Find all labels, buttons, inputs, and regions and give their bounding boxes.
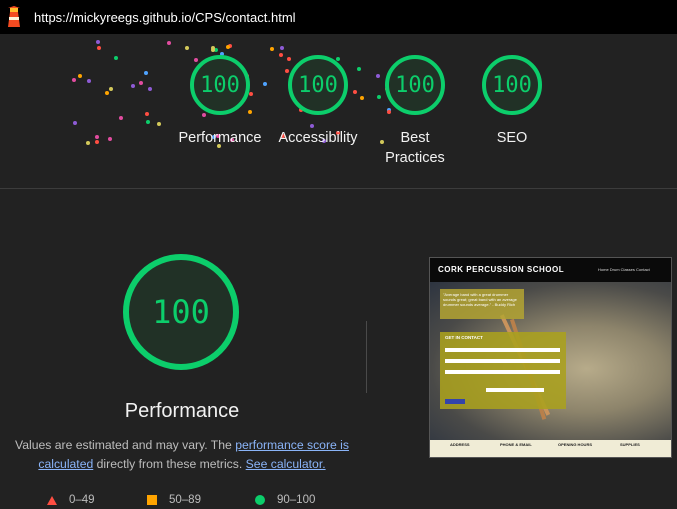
confetti-dot [226,45,231,50]
form-title: GET IN CONTACT [445,335,483,340]
confetti-dot [86,78,91,83]
legend-range: 90–100 [277,494,316,506]
gauge-score: 100 [200,72,240,98]
footer-item: PHONE & EMAIL [500,442,532,447]
see-calculator-link[interactable]: See calculator. [246,457,326,471]
vertical-divider [366,321,367,393]
footer-item: OPENING HOURS [558,442,593,447]
form-submit [445,399,465,404]
confetti-dot [108,86,113,91]
confetti-dot [375,73,380,78]
confetti-dot [108,136,113,141]
metrics-note: Values are estimated and may vary. The p… [0,436,364,474]
gauge-best-practices[interactable]: 100 [383,53,447,117]
confetti-dot [138,81,143,86]
confetti-dot [356,67,361,72]
confetti-dot [359,96,364,101]
screenshot-quote: "Average band with a great drummer sound… [440,289,524,319]
confetti-dot [145,119,150,124]
screenshot-footer: ADDRESS PHONE & EMAIL OPENING HOURS SUPP… [430,440,671,457]
confetti-dot [185,46,189,51]
screenshot-nav: Home Drum Classes Contact [598,267,650,272]
legend-pass: 90–100 [255,494,315,506]
confetti-dot [148,86,153,91]
triangle-icon [47,495,57,505]
confetti-dot [280,46,285,51]
confetti-dot [96,40,101,45]
square-icon [147,495,157,505]
note-text: Values are estimated and may vary. The [15,438,236,452]
confetti-dot [95,134,100,139]
gauge-accessibility[interactable]: 100 [286,53,350,117]
form-field [445,359,560,363]
footer-item: SUPPLIES [620,442,640,447]
performance-score: 100 [152,293,210,331]
confetti-dot [145,111,150,116]
confetti-dot [95,139,100,144]
confetti-dot [377,94,382,99]
confetti-dot [96,45,101,50]
confetti-dot [262,82,267,87]
gauge-label-performance: Performance [178,130,262,146]
legend-range: 0–49 [69,494,95,506]
address-bar: https://mickyreegs.github.io/CPS/contact… [0,0,677,34]
performance-gauge-large: 100 [121,252,241,372]
gauge-performance[interactable]: 100 [188,53,252,117]
confetti-dot [167,41,172,46]
confetti-dot [86,141,91,146]
performance-title: Performance [124,400,240,422]
confetti-dot [113,56,118,61]
confetti-dot [278,52,283,57]
page-screenshot[interactable]: CORK PERCUSSION SCHOOL Home Drum Classes… [429,257,672,458]
legend-average: 50–89 [147,494,201,506]
gauge-label-best-practices: Best Practices [385,130,445,166]
page-url[interactable]: https://mickyreegs.github.io/CPS/contact… [34,10,296,25]
confetti-dot [130,84,135,89]
screenshot-header: CORK PERCUSSION SCHOOL Home Drum Classes… [430,258,671,282]
form-field [445,348,560,352]
note-text: directly from these metrics. [93,457,246,471]
footer-item: ADDRESS [450,442,470,447]
confetti-dot [352,89,357,94]
screenshot-brand: CORK PERCUSSION SCHOOL [438,265,565,274]
gauge-label-seo: SEO [496,130,528,146]
lighthouse-icon [8,6,20,27]
gauge-score: 100 [298,72,338,98]
legend-range: 50–89 [169,494,201,506]
confetti-dot [72,121,77,126]
confetti-dot [143,70,148,75]
form-select [486,388,544,392]
confetti-dot [156,122,161,127]
gauge-seo[interactable]: 100 [480,53,544,117]
form-field [445,370,560,374]
gauge-score: 100 [395,72,435,98]
confetti-dot [72,77,77,82]
confetti-dot [119,115,124,120]
confetti-dot [104,90,109,95]
screenshot-contact-form: GET IN CONTACT [440,332,566,409]
confetti-dot [269,47,274,52]
circle-icon [255,495,265,505]
gauge-label-accessibility: Accessibility [278,130,358,146]
confetti-dot [77,73,82,78]
section-divider [0,188,677,189]
gauge-score: 100 [492,72,532,98]
legend-fail: 0–49 [47,494,95,506]
